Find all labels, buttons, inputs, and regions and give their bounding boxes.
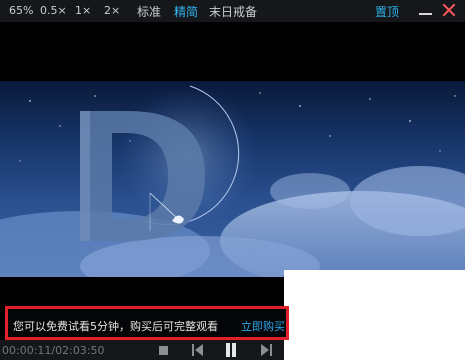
pin-on-top-button[interactable]: 置顶 (375, 3, 399, 20)
zoom-1x-button[interactable]: 1× (75, 4, 91, 17)
video-scene (0, 85, 465, 277)
zoom-half-button[interactable]: 0.5× (40, 4, 67, 17)
playback-controls: 00:00:11/02:03:50 (0, 340, 284, 360)
previous-icon[interactable] (192, 344, 204, 356)
blank-overlay (284, 270, 465, 360)
zoom-2x-button[interactable]: 2× (104, 4, 120, 17)
video-title: 末日戒备 (209, 5, 258, 19)
stop-icon[interactable] (159, 346, 168, 355)
trial-notice-banner: 您可以免费试看5分钟，购买后可完整观看 立即购买 (5, 306, 289, 340)
buy-now-link[interactable]: 立即购买 (241, 318, 285, 334)
player-toolbar: 65% 0.5× 1× 2× 标准 精简 末日戒备 置顶 (0, 0, 465, 22)
close-icon[interactable] (441, 2, 457, 18)
trial-notice-text: 您可以免费试看5分钟，购买后可完整观看 (13, 320, 218, 333)
pause-icon[interactable] (224, 343, 238, 357)
minimize-icon[interactable] (419, 13, 432, 15)
video-frame[interactable] (0, 81, 465, 277)
quality-standard-button[interactable]: 标准 (137, 3, 161, 20)
next-icon[interactable] (261, 344, 273, 356)
zoom-65-button[interactable]: 65% (9, 4, 33, 17)
quality-hd-button[interactable]: 精简 (174, 3, 198, 20)
playback-time: 00:00:11/02:03:50 (2, 344, 105, 357)
